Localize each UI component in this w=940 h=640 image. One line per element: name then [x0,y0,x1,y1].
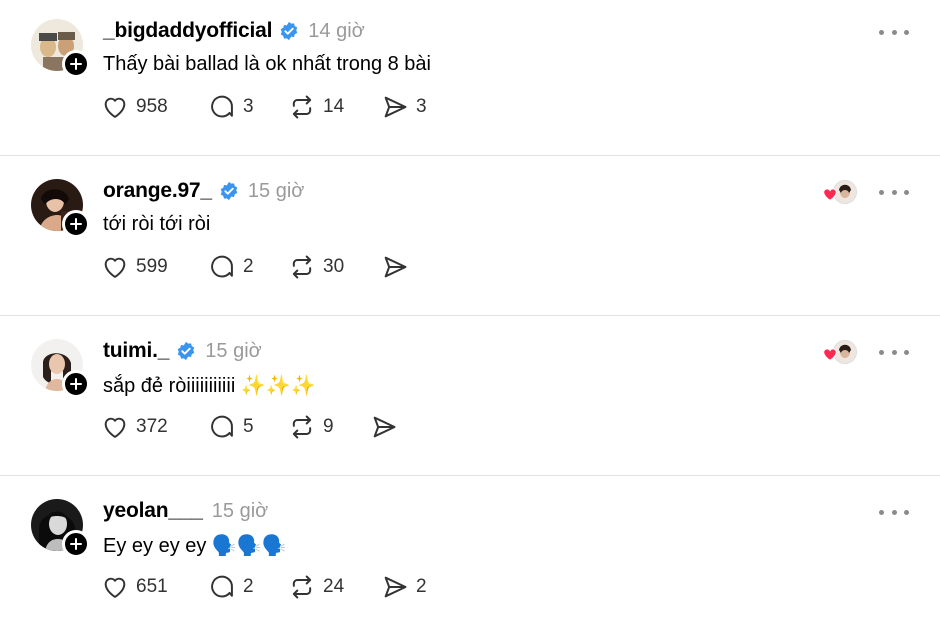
username[interactable]: orange.97_ [103,179,212,203]
reply-count: 2 [243,256,254,277]
send-icon [384,96,407,118]
repost-count: 14 [323,96,345,117]
share-button[interactable]: 2 [381,572,441,602]
post: orange.97_ 15 giờ tới ròi tới ròi 599 2 … [0,160,940,320]
post-time: 15 giờ [211,499,269,522]
post-actions: 958 3 14 3 [101,92,441,122]
like-button[interactable]: 651 [101,572,208,602]
verified-badge-icon [176,341,196,361]
post-content: sắp đẻ ròiiiiiiiiiii ✨✨✨ [103,375,316,397]
divider [0,315,940,316]
plus-icon [70,218,82,230]
repost-button[interactable]: 30 [288,252,381,282]
post-actions: 599 2 30 [101,252,441,282]
more-icon[interactable] [879,342,909,362]
comment-icon [211,575,233,598]
plus-icon [70,378,82,390]
like-count: 958 [136,96,168,117]
avatar-wrap [31,179,90,238]
share-count: 3 [416,96,427,117]
reply-button[interactable]: 2 [208,252,288,282]
heart-icon [823,348,837,361]
verified-badge-icon [219,181,239,201]
post-header: orange.97_ 15 giờ [103,178,304,204]
like-count: 372 [136,416,168,437]
plus-icon [70,58,82,70]
username[interactable]: yeolan___ [103,499,203,523]
more-icon[interactable] [879,22,909,42]
post-time: 15 giờ [205,339,262,362]
avatar-wrap [31,499,90,558]
repost-button[interactable]: 14 [288,92,381,122]
post-content: Ey ey ey ey 🗣️🗣️🗣️ [103,535,287,557]
follow-button[interactable] [62,370,90,398]
divider [0,475,940,476]
post-actions: 372 5 9 [101,412,430,442]
send-icon [384,256,407,278]
heart-icon [104,417,126,438]
comment-icon [211,255,233,278]
post-content: tới ròi tới ròi [103,213,211,235]
repost-button[interactable]: 9 [288,412,370,442]
liked-by-author [823,180,857,204]
post-header: yeolan___ 15 giờ [103,498,268,524]
share-button[interactable] [381,252,441,282]
like-count: 599 [136,256,168,277]
repost-count: 30 [323,256,345,277]
comment-icon [211,415,233,438]
plus-icon [70,538,82,550]
follow-button[interactable] [62,50,90,78]
heart-icon [104,577,126,598]
post-header: tuimi._ 15 giờ [103,338,262,364]
post-time: 14 giờ [308,19,365,42]
post-actions: 651 2 24 2 [101,572,441,602]
repost-icon [292,415,312,439]
post-header: _bigdaddyofficial 14 giờ [103,18,365,44]
follow-button[interactable] [62,210,90,238]
share-button[interactable] [370,412,430,442]
verified-badge-icon [279,21,299,41]
post: tuimi._ 15 giờ sắp đẻ ròiiiiiiiiiii ✨✨✨ … [0,320,940,480]
comment-icon [211,95,233,118]
post: _bigdaddyofficial 14 giờ Thấy bài ballad… [0,0,940,160]
username[interactable]: _bigdaddyofficial [103,19,272,43]
repost-icon [292,95,312,119]
reply-count: 5 [243,416,254,437]
avatar-wrap [31,19,90,78]
repost-button[interactable]: 24 [288,572,381,602]
divider [0,155,940,156]
username[interactable]: tuimi._ [103,339,169,363]
post-content: Thấy bài ballad là ok nhất trong 8 bài [103,53,431,75]
repost-icon [292,255,312,279]
send-icon [384,576,407,598]
heart-icon [104,257,126,278]
share-button[interactable]: 3 [381,92,441,122]
repost-icon [292,575,312,599]
heart-icon [823,188,837,201]
like-button[interactable]: 958 [101,92,208,122]
reply-count: 2 [243,576,254,597]
like-button[interactable]: 372 [101,412,208,442]
liked-by-author [823,340,857,364]
follow-button[interactable] [62,530,90,558]
send-icon [373,416,396,438]
post: yeolan___ 15 giờ Ey ey ey ey 🗣️🗣️🗣️ 651 … [0,480,940,640]
repost-count: 9 [323,416,334,437]
post-time: 15 giờ [247,179,305,202]
like-count: 651 [136,576,168,597]
reply-button[interactable]: 3 [208,92,288,122]
reply-count: 3 [243,96,254,117]
reply-button[interactable]: 5 [208,412,288,442]
more-icon[interactable] [879,182,909,202]
heart-icon [104,97,126,118]
avatar-wrap [31,339,90,398]
repost-count: 24 [323,576,345,597]
reply-button[interactable]: 2 [208,572,288,602]
more-icon[interactable] [879,502,909,522]
share-count: 2 [416,576,427,597]
like-button[interactable]: 599 [101,252,208,282]
